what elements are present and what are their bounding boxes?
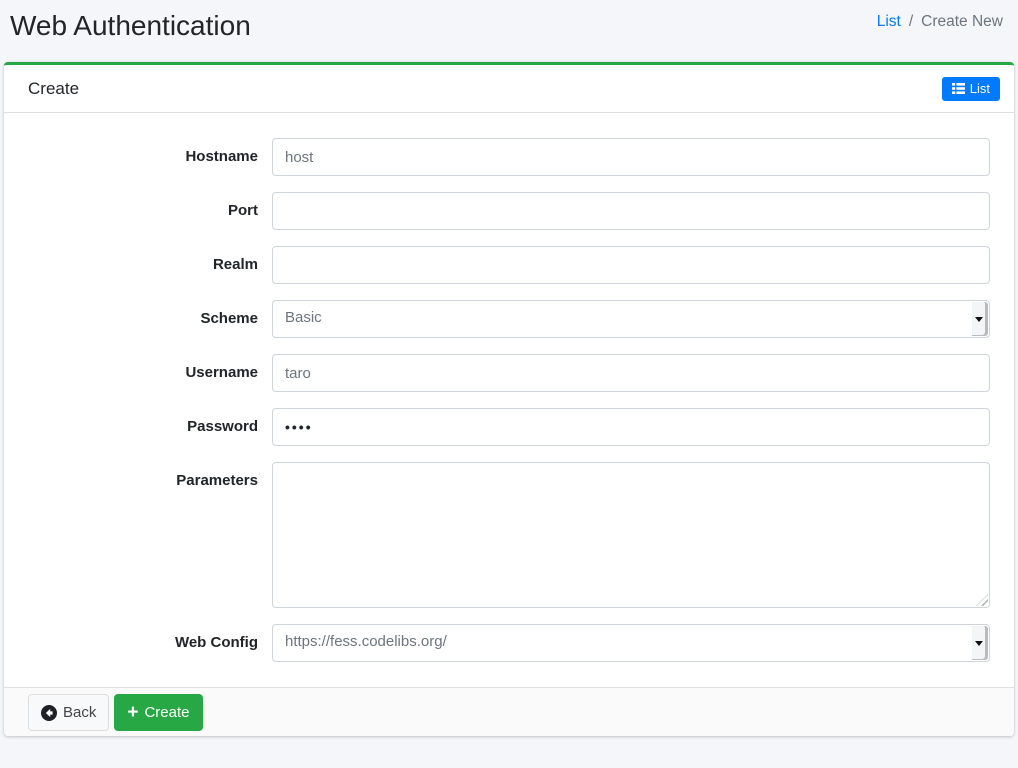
content-header: Web Authentication List / Create New [0,0,1018,52]
breadcrumb: List / Create New [877,9,1003,31]
card-footer: Back + Create [4,687,1014,736]
back-button-label: Back [63,702,96,723]
breadcrumb-separator: / [909,13,913,31]
back-button[interactable]: Back [28,694,109,731]
web-config-selected-value: https://fess.codelibs.org/ [273,625,969,661]
arrow-circle-left-icon [41,705,57,721]
hostname-label: Hostname [28,138,272,166]
scheme-selected-value: Basic [273,301,969,337]
realm-label: Realm [28,246,272,274]
form-body: Hostname Port Realm Scheme Basic [4,113,1014,687]
form-row-parameters: Parameters [28,462,990,608]
form-row-port: Port [28,192,990,230]
form-row-hostname: Hostname [28,138,990,176]
scheme-label: Scheme [28,300,272,328]
realm-input[interactable] [272,246,990,284]
page-title: Web Authentication [10,9,251,43]
username-input[interactable] [272,354,990,392]
form-row-password: Password [28,408,990,446]
hostname-input[interactable] [272,138,990,176]
th-list-icon [952,83,965,94]
select-dropdown-arrow-icon [972,302,988,336]
card-title: Create [28,76,79,101]
create-button[interactable]: + Create [114,694,202,731]
web-config-select[interactable]: https://fess.codelibs.org/ [272,624,990,662]
select-dropdown-arrow-icon [972,626,988,660]
form-row-realm: Realm [28,246,990,284]
port-label: Port [28,192,272,220]
breadcrumb-current: Create New [921,13,1003,31]
port-input[interactable] [272,192,990,230]
username-label: Username [28,354,272,382]
form-row-web-config: Web Config https://fess.codelibs.org/ [28,624,990,662]
card-header: Create List [4,65,1014,113]
password-label: Password [28,408,272,436]
list-button-label: List [970,82,990,96]
list-button[interactable]: List [942,77,1000,101]
parameters-label: Parameters [28,462,272,490]
plus-icon: + [127,705,138,721]
password-input[interactable] [272,408,990,446]
parameters-textarea[interactable] [272,462,990,608]
web-config-label: Web Config [28,624,272,652]
scheme-select[interactable]: Basic [272,300,990,338]
form-row-username: Username [28,354,990,392]
form-row-scheme: Scheme Basic [28,300,990,338]
breadcrumb-list-link[interactable]: List [877,13,901,31]
create-card: Create List Hostname Port Realm [4,62,1014,736]
create-button-label: Create [144,702,189,723]
